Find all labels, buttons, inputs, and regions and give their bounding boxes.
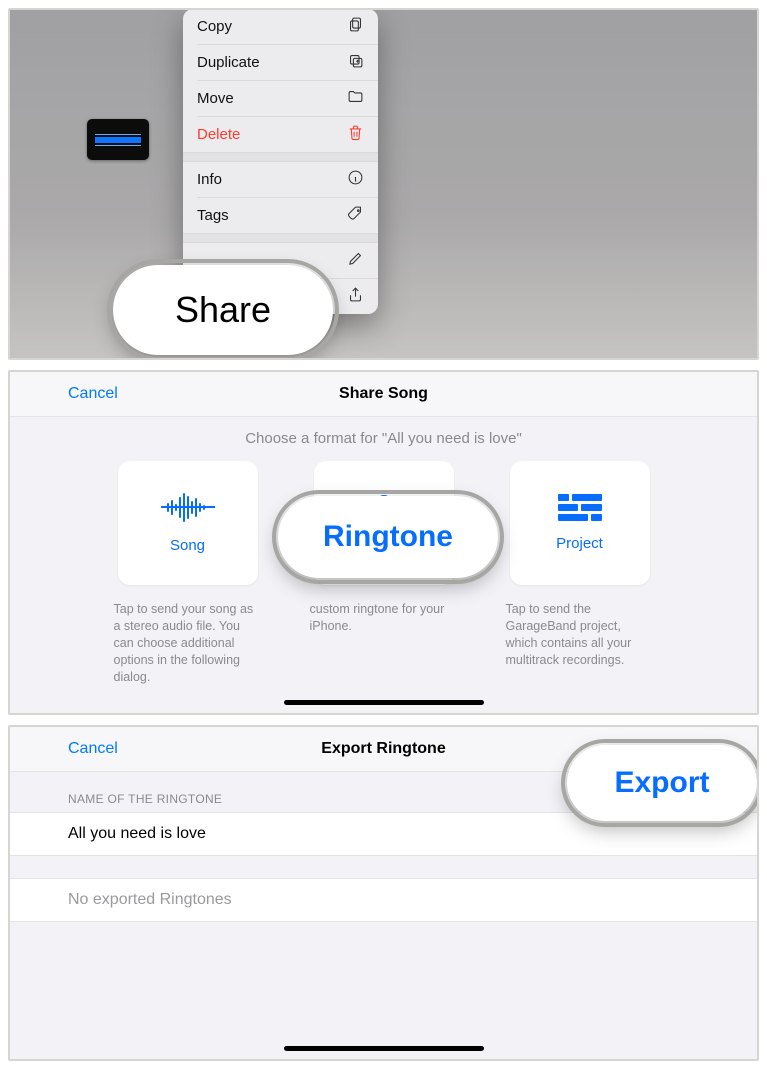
menu-delete[interactable]: Delete: [183, 117, 378, 152]
empty-state: No exported Ringtones: [10, 878, 757, 922]
menu-label: Delete: [197, 126, 240, 143]
pencil-icon: [346, 250, 364, 271]
menu-info[interactable]: Info: [183, 162, 378, 197]
callout-label: Share: [175, 289, 271, 331]
share-icon: [346, 286, 364, 307]
menu-label: Copy: [197, 18, 232, 35]
card-description: Tap to send your song as a stereo audio …: [114, 601, 262, 685]
share-song-screenshot: Cancel Share Song Choose a format for "A…: [8, 370, 759, 715]
waveform-icon: [161, 493, 215, 523]
duplicate-icon: [346, 52, 364, 73]
page-title: Export Ringtone: [321, 740, 445, 758]
menu-move[interactable]: Move: [183, 81, 378, 116]
card-label: Project: [556, 535, 603, 552]
callout-label: Export: [614, 766, 709, 800]
card-project[interactable]: Project Tap to send the GarageBand proje…: [510, 461, 650, 685]
home-indicator: [284, 700, 484, 705]
menu-duplicate[interactable]: Duplicate: [183, 45, 378, 80]
tag-icon: [346, 205, 364, 226]
callout-ringtone: Ringtone: [278, 496, 498, 578]
menu-label: Info: [197, 171, 222, 188]
cancel-button[interactable]: Cancel: [68, 385, 118, 403]
choose-format-label: Choose a format for "All you need is lov…: [10, 430, 757, 447]
page-title: Share Song: [339, 385, 428, 403]
callout-share: Share: [113, 265, 333, 355]
home-indicator: [284, 1046, 484, 1051]
card-song[interactable]: Song Tap to send your song as a stereo a…: [118, 461, 258, 685]
track-thumbnail[interactable]: [87, 119, 149, 160]
card-description: custom ringtone for your iPhone.: [310, 601, 458, 635]
callout-label: Ringtone: [323, 520, 453, 554]
callout-export: Export: [567, 745, 757, 821]
export-ringtone-screenshot: Cancel Export Ringtone NAME OF THE RINGT…: [8, 725, 759, 1061]
trash-icon: [346, 124, 364, 145]
menu-label: Duplicate: [197, 54, 260, 71]
context-menu-screenshot: Copy Duplicate Move Delete: [8, 8, 759, 360]
menu-tags[interactable]: Tags: [183, 198, 378, 233]
card-label: Song: [170, 537, 205, 554]
info-icon: [346, 169, 364, 190]
cancel-button[interactable]: Cancel: [68, 740, 118, 758]
menu-label: Move: [197, 90, 234, 107]
menu-copy[interactable]: Copy: [183, 9, 378, 44]
card-description: Tap to send the GarageBand project, whic…: [506, 601, 654, 669]
navbar: Cancel Share Song: [10, 372, 757, 417]
waveform-preview: [95, 137, 141, 143]
folder-icon: [346, 88, 364, 109]
copy-icon: [346, 16, 364, 37]
multitrack-icon: [558, 494, 602, 521]
menu-label: Tags: [197, 207, 229, 224]
